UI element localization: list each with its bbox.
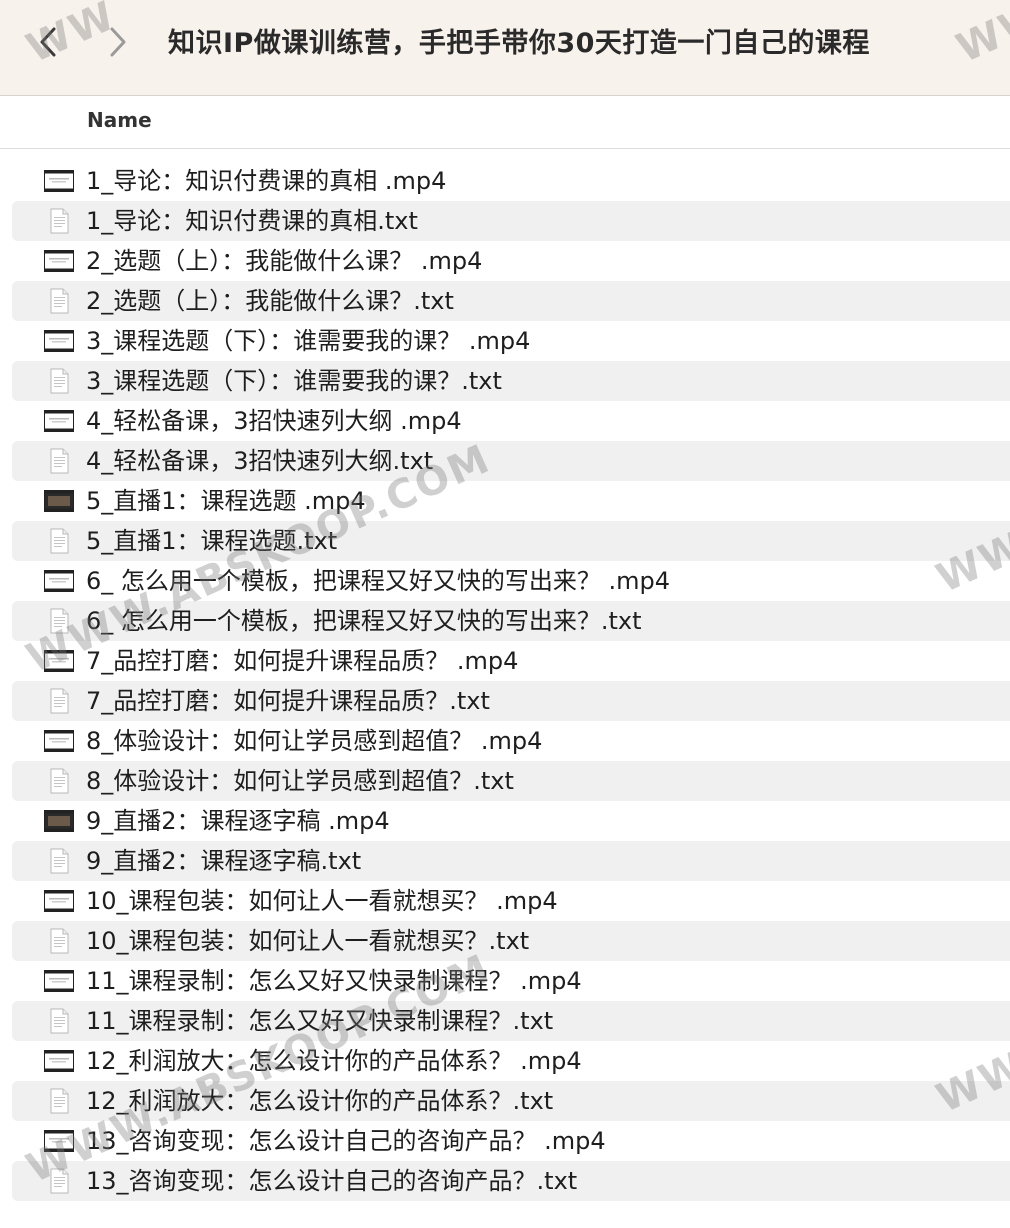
window-title: 知识IP做课训练营，手把手带你30天打造一门自己的课程 [168,28,870,59]
text-document-icon [44,528,74,554]
file-row[interactable]: 8_体验设计：如何让学员感到超值？.txt [12,761,1010,801]
file-row[interactable]: 8_体验设计：如何让学员感到超值？ .mp4 [12,721,1010,761]
video-thumbnail-icon [44,248,74,274]
file-row[interactable]: 10_课程包装：如何让人一看就想买？ .mp4 [12,881,1010,921]
file-name: 12_利润放大：怎么设计你的产品体系？.txt [86,1087,554,1115]
forward-button[interactable] [100,22,136,62]
text-document-icon [44,1008,74,1034]
text-document-icon [44,288,74,314]
file-name: 7_品控打磨：如何提升课程品质？ .mp4 [86,647,519,675]
file-name: 6_ 怎么用一个模板，把课程又好又快的写出来？.txt [86,607,642,635]
file-name: 4_轻松备课，3招快速列大纲.txt [86,447,434,475]
text-document-icon [44,1088,74,1114]
file-name: 10_课程包装：如何让人一看就想买？.txt [86,927,530,955]
file-name: 7_品控打磨：如何提升课程品质？.txt [86,687,490,715]
file-row[interactable]: 4_轻松备课，3招快速列大纲.txt [12,441,1010,481]
file-row[interactable]: 6_ 怎么用一个模板，把课程又好又快的写出来？ .mp4 [12,561,1010,601]
video-thumbnail-icon [44,888,74,914]
file-row[interactable]: 3_课程选题（下）：谁需要我的课？ .mp4 [12,321,1010,361]
text-document-icon [44,1168,74,1194]
file-row[interactable]: 11_课程录制：怎么又好又快录制课程？ .mp4 [12,961,1010,1001]
file-row[interactable]: 2_选题（上）：我能做什么课？.txt [12,281,1010,321]
file-name: 5_直播1：课程选题.txt [86,527,338,555]
text-document-icon [44,208,74,234]
video-thumbnail-icon [44,968,74,994]
text-document-icon [44,448,74,474]
file-row[interactable]: 7_品控打磨：如何提升课程品质？ .mp4 [12,641,1010,681]
file-row[interactable]: 1_导论：知识付费课的真相 .mp4 [12,161,1010,201]
file-list: 1_导论：知识付费课的真相 .mp4 1_导论：知识付费课的真相.txt 2_选题（… [0,161,1010,1201]
text-document-icon [44,768,74,794]
file-row[interactable]: 11_课程录制：怎么又好又快录制课程？.txt [12,1001,1010,1041]
chevron-right-icon [110,27,126,57]
file-name: 5_直播1：课程选题 .mp4 [86,487,366,515]
video-thumbnail-icon [44,488,74,514]
file-name: 3_课程选题（下）：谁需要我的课？.txt [86,367,502,395]
file-row[interactable]: 12_利润放大：怎么设计你的产品体系？ .mp4 [12,1041,1010,1081]
file-row[interactable]: 12_利润放大：怎么设计你的产品体系？.txt [12,1081,1010,1121]
file-name: 11_课程录制：怎么又好又快录制课程？.txt [86,1007,554,1035]
file-name: 9_直播2：课程逐字稿.txt [86,847,362,875]
text-document-icon [44,688,74,714]
file-row[interactable]: 3_课程选题（下）：谁需要我的课？.txt [12,361,1010,401]
file-name: 13_咨询变现：怎么设计自己的咨询产品？.txt [86,1167,578,1195]
file-name: 10_课程包装：如何让人一看就想买？ .mp4 [86,887,558,915]
video-thumbnail-icon [44,568,74,594]
file-name: 1_导论：知识付费课的真相.txt [86,207,418,235]
video-thumbnail-icon [44,728,74,754]
file-row[interactable]: 5_直播1：课程选题.txt [12,521,1010,561]
video-thumbnail-icon [44,328,74,354]
file-row[interactable]: 2_选题（上）：我能做什么课？ .mp4 [12,241,1010,281]
video-thumbnail-icon [44,808,74,834]
file-row[interactable]: 13_咨询变现：怎么设计自己的咨询产品？ .mp4 [12,1121,1010,1161]
video-thumbnail-icon [44,408,74,434]
video-thumbnail-icon [44,1048,74,1074]
file-row[interactable]: 13_咨询变现：怎么设计自己的咨询产品？.txt [12,1161,1010,1201]
video-thumbnail-icon [44,1128,74,1154]
file-name: 2_选题（上）：我能做什么课？.txt [86,287,454,315]
window-toolbar: 知识IP做课训练营，手把手带你30天打造一门自己的课程 [0,0,1010,96]
file-row[interactable]: 1_导论：知识付费课的真相.txt [12,201,1010,241]
back-button[interactable] [30,22,66,62]
file-name: 11_课程录制：怎么又好又快录制课程？ .mp4 [86,967,582,995]
file-name: 3_课程选题（下）：谁需要我的课？ .mp4 [86,327,531,355]
file-row[interactable]: 6_ 怎么用一个模板，把课程又好又快的写出来？.txt [12,601,1010,641]
file-row[interactable]: 9_直播2：课程逐字稿 .mp4 [12,801,1010,841]
text-document-icon [44,608,74,634]
file-name: 12_利润放大：怎么设计你的产品体系？ .mp4 [86,1047,582,1075]
video-thumbnail-icon [44,648,74,674]
file-name: 8_体验设计：如何让学员感到超值？ .mp4 [86,727,543,755]
text-document-icon [44,368,74,394]
file-name: 2_选题（上）：我能做什么课？ .mp4 [86,247,483,275]
file-row[interactable]: 9_直播2：课程逐字稿.txt [12,841,1010,881]
text-document-icon [44,848,74,874]
file-name: 6_ 怎么用一个模板，把课程又好又快的写出来？ .mp4 [86,567,671,595]
file-name: 13_咨询变现：怎么设计自己的咨询产品？ .mp4 [86,1127,606,1155]
file-name: 8_体验设计：如何让学员感到超值？.txt [86,767,514,795]
name-column-header[interactable]: Name [87,108,152,132]
file-name: 4_轻松备课，3招快速列大纲 .mp4 [86,407,462,435]
finder-window: 知识IP做课训练营，手把手带你30天打造一门自己的课程 Name 1_导论：知识… [0,0,1010,1228]
chevron-left-icon [40,27,56,57]
file-name: 1_导论：知识付费课的真相 .mp4 [86,167,447,195]
list-header: Name [0,96,1010,149]
file-row[interactable]: 4_轻松备课，3招快速列大纲 .mp4 [12,401,1010,441]
file-name: 9_直播2：课程逐字稿 .mp4 [86,807,390,835]
text-document-icon [44,928,74,954]
file-row[interactable]: 10_课程包装：如何让人一看就想买？.txt [12,921,1010,961]
file-row[interactable]: 7_品控打磨：如何提升课程品质？.txt [12,681,1010,721]
video-thumbnail-icon [44,168,74,194]
file-row[interactable]: 5_直播1：课程选题 .mp4 [12,481,1010,521]
